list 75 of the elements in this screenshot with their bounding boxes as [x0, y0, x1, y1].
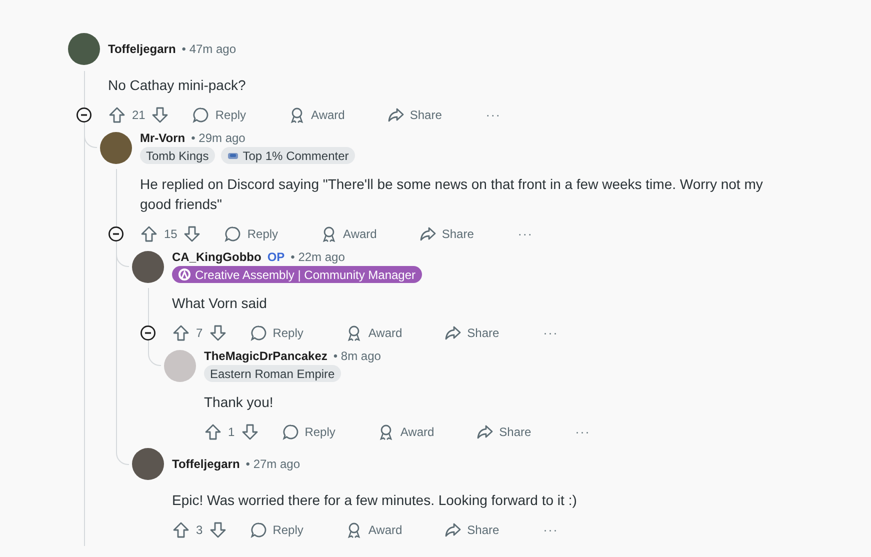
comment-icon — [224, 225, 242, 243]
comment-text: Epic! Was worried there for a few minutes. Looking forward to it :) — [171, 491, 578, 510]
share-icon — [476, 423, 494, 441]
username[interactable]: CA_KingGobbo — [172, 250, 262, 264]
reply-button[interactable]: Reply — [224, 225, 278, 243]
comment-icon — [192, 106, 210, 124]
vote-count: 21 — [132, 108, 146, 122]
username[interactable]: Toffeljegarn — [108, 42, 176, 56]
downvote-icon[interactable] — [183, 225, 202, 243]
timestamp: • 47m ago — [182, 42, 236, 56]
avatar[interactable] — [132, 250, 164, 282]
username[interactable]: Toffeljegarn — [172, 457, 240, 471]
downvote-icon[interactable] — [151, 106, 170, 124]
share-icon — [418, 225, 437, 243]
username[interactable]: Mr-Vorn — [140, 131, 186, 145]
upvote-icon[interactable] — [108, 106, 126, 124]
vote-count: 1 — [228, 425, 235, 439]
more-options-button[interactable]: ··· — [543, 523, 558, 537]
upvote-icon[interactable] — [172, 521, 190, 539]
share-icon — [444, 521, 462, 539]
timestamp: • 29m ago — [191, 131, 246, 145]
downvote-icon[interactable] — [208, 324, 227, 342]
vote-count: 7 — [196, 326, 203, 340]
comment-text: No Cathay mini-pack? — [107, 76, 247, 95]
more-options-button[interactable]: ··· — [575, 425, 590, 439]
more-options-button[interactable]: ··· — [543, 326, 558, 340]
upvote-icon[interactable] — [140, 225, 158, 243]
downvote-icon[interactable] — [208, 521, 227, 539]
award-button[interactable]: Award — [345, 324, 402, 342]
user-flair: Top 1% Commenter — [220, 147, 355, 164]
share-button[interactable]: Share — [418, 225, 474, 243]
award-button[interactable]: Award — [377, 423, 434, 441]
award-button[interactable]: Award — [345, 521, 402, 539]
reply-button[interactable]: Reply — [192, 106, 246, 124]
studio-logo-icon — [178, 268, 191, 281]
upvote-icon[interactable] — [172, 324, 190, 342]
vote-count: 3 — [196, 523, 203, 537]
upvote-icon[interactable] — [204, 423, 222, 441]
collapse-button[interactable] — [140, 325, 156, 341]
op-label: OP — [267, 250, 285, 264]
username[interactable]: TheMagicDrPancakez — [204, 349, 328, 363]
share-button[interactable]: Share — [444, 521, 500, 539]
collapse-button[interactable] — [108, 226, 124, 242]
more-options-button[interactable]: ··· — [518, 227, 533, 241]
comment-icon — [250, 521, 268, 539]
reply-button[interactable]: Reply — [282, 423, 336, 441]
user-flair: Creative Assembly | Community Manager — [172, 266, 422, 283]
share-button[interactable]: Share — [444, 324, 500, 342]
timestamp: • 27m ago — [246, 457, 300, 471]
share-button[interactable]: Share — [476, 423, 532, 441]
timestamp: • 22m ago — [290, 250, 345, 264]
user-flair: Tomb Kings — [140, 147, 215, 164]
collapse-button[interactable] — [76, 107, 92, 123]
avatar[interactable] — [132, 448, 164, 480]
reply-button[interactable]: Reply — [250, 324, 304, 342]
vote-count: 15 — [164, 227, 178, 241]
reply-button[interactable]: Reply — [250, 521, 304, 539]
more-options-button[interactable]: ··· — [486, 108, 501, 122]
comment-icon — [282, 423, 300, 441]
user-flair: Eastern Roman Empire — [204, 365, 341, 382]
share-icon — [444, 324, 462, 342]
avatar[interactable] — [100, 132, 132, 164]
thread-connector — [148, 347, 161, 366]
comment-text: He replied on Discord saying "There'll be some news on that front in a few weeks time. Worry not my good friends" — [139, 175, 764, 214]
share-button[interactable]: Share — [386, 106, 442, 124]
comment-text: Thank you! — [203, 393, 274, 412]
award-button[interactable]: Award — [320, 225, 377, 243]
comment-text: What Vorn said — [171, 294, 268, 313]
comment-icon — [250, 324, 268, 342]
award-button[interactable]: Award — [288, 106, 345, 124]
share-icon — [386, 106, 405, 124]
timestamp: • 8m ago — [333, 349, 381, 363]
thread-connector — [116, 446, 129, 465]
avatar[interactable] — [68, 33, 100, 65]
downvote-icon[interactable] — [240, 423, 259, 441]
